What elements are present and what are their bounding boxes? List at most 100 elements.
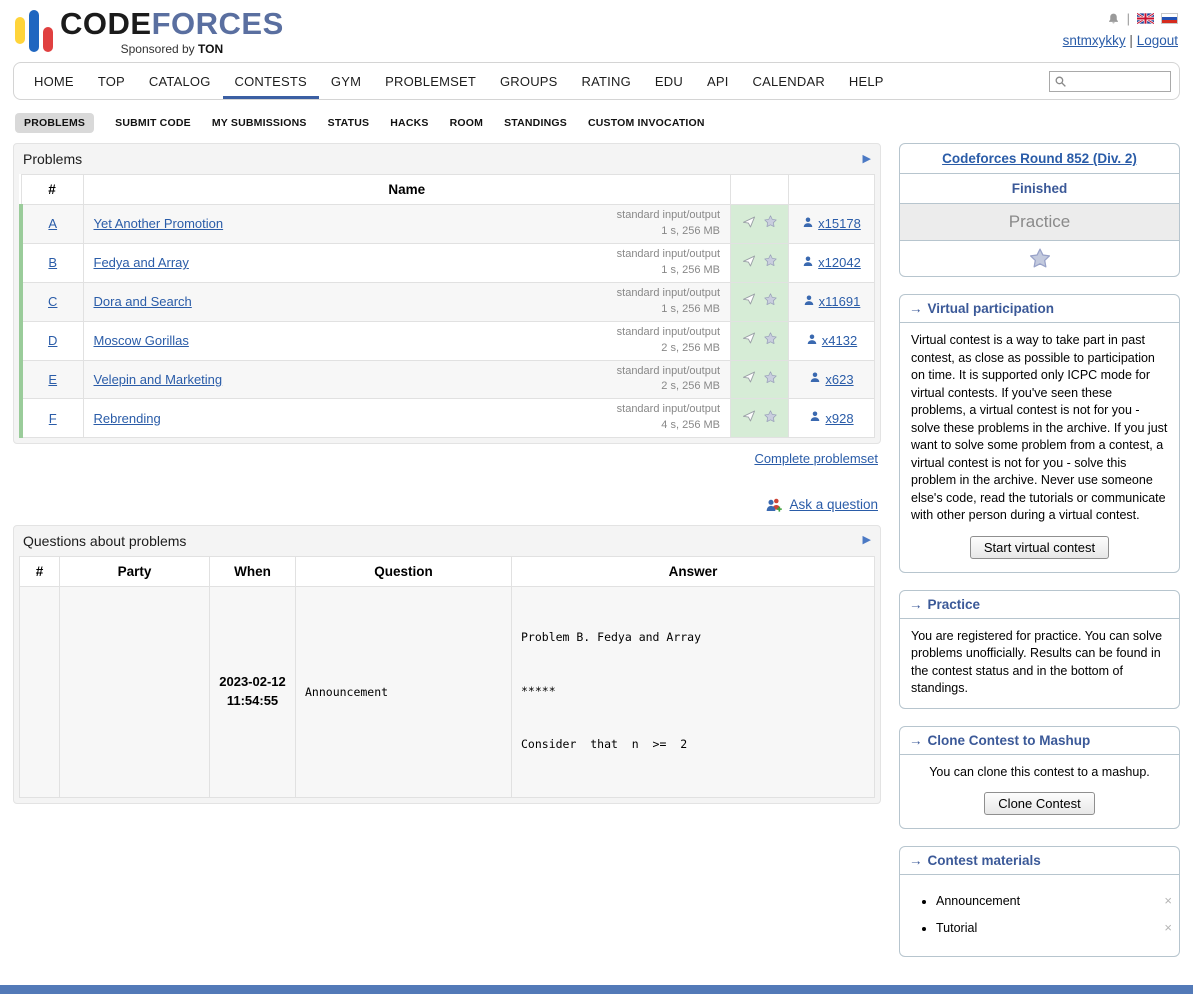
problem-row: F Rebrending standard input/output4 s, 25… <box>21 399 875 438</box>
solved-count-link[interactable]: x4132 <box>822 333 857 348</box>
favorite-star-icon[interactable] <box>763 370 778 385</box>
questions-caption-label: Questions about problems <box>23 533 186 549</box>
favorite-star-icon[interactable] <box>763 253 778 268</box>
complete-problemset-link[interactable]: Complete problemset <box>754 451 878 466</box>
main-menu: HOME TOP CATALOG CONTESTS GYM PROBLEMSET… <box>13 62 1180 100</box>
tab-my-submissions[interactable]: MY SUBMISSIONS <box>212 113 307 133</box>
search-input[interactable] <box>1049 71 1171 92</box>
nav-item-groups[interactable]: GROUPS <box>488 63 570 99</box>
solved-person-icon <box>809 410 821 426</box>
ask-question-link[interactable]: Ask a question <box>789 496 878 514</box>
sidebar: Codeforces Round 852 (Div. 2) Finished P… <box>899 143 1180 957</box>
problem-name-link[interactable]: Fedya and Array <box>94 255 189 270</box>
logo-text: CODEFORCES Sponsored by TON <box>60 8 284 56</box>
nav-item-top[interactable]: TOP <box>86 63 137 99</box>
solved-count-link[interactable]: x11691 <box>819 294 861 309</box>
solved-person-icon <box>806 333 818 349</box>
solved-count-link[interactable]: x15178 <box>818 216 861 231</box>
bell-icon[interactable] <box>1107 12 1120 26</box>
logout-link[interactable]: Logout <box>1137 33 1178 48</box>
question-answer: Problem B. Fedya and Array ***** Conside… <box>512 586 875 797</box>
nav-item-help[interactable]: HELP <box>837 63 896 99</box>
close-icon[interactable]: × <box>1164 892 1172 910</box>
problems-caption: Problems ▶ <box>19 149 875 174</box>
submit-plane-icon[interactable] <box>741 409 757 423</box>
clone-contest-box: →Clone Contest to Mashup You can clone t… <box>899 726 1180 830</box>
virtual-participation-text: Virtual contest is a way to take part in… <box>911 332 1168 525</box>
material-item: Announcement × <box>936 893 1168 911</box>
submit-plane-icon[interactable] <box>741 370 757 384</box>
favorite-star-icon[interactable] <box>763 214 778 229</box>
submit-plane-icon[interactable] <box>741 292 757 306</box>
nav-item-calendar[interactable]: CALENDAR <box>741 63 837 99</box>
nav-item-problemset[interactable]: PROBLEMSET <box>373 63 488 99</box>
material-item: Tutorial × <box>936 920 1168 938</box>
logo-bar-yellow <box>15 17 25 44</box>
nav-item-rating[interactable]: RATING <box>570 63 643 99</box>
nav-item-api[interactable]: API <box>695 63 741 99</box>
tab-standings[interactable]: STANDINGS <box>504 113 567 133</box>
favorite-star-icon[interactable] <box>763 292 778 307</box>
collapse-arrow-icon[interactable]: ▶ <box>863 154 871 165</box>
contest-materials-box: →Contest materials Announcement × Tutori… <box>899 846 1180 957</box>
codeforces-logo[interactable]: CODEFORCES Sponsored by TON <box>15 8 284 56</box>
problem-name-link[interactable]: Dora and Search <box>94 294 192 309</box>
problem-letter-link[interactable]: D <box>48 333 57 348</box>
problem-limits: standard input/output1 s, 256 MB <box>617 247 720 279</box>
question-when: 2023-02-12 11:54:55 <box>210 586 296 797</box>
favorite-star-icon[interactable] <box>763 331 778 346</box>
tab-custom-invocation[interactable]: CUSTOM INVOCATION <box>588 113 705 133</box>
username-link[interactable]: sntmxykky <box>1063 33 1126 48</box>
nav-item-gym[interactable]: GYM <box>319 63 373 99</box>
col-header-actions <box>731 175 789 205</box>
english-flag-icon[interactable] <box>1137 13 1154 24</box>
collapse-arrow-icon[interactable]: ▶ <box>863 535 871 546</box>
material-tutorial-link[interactable]: Tutorial <box>936 921 977 935</box>
clone-contest-text: You can clone this contest to a mashup. <box>911 764 1168 782</box>
solved-count-link[interactable]: x928 <box>825 411 853 426</box>
material-announcement-link[interactable]: Announcement <box>936 894 1020 908</box>
problem-row: B Fedya and Array standard input/output1 … <box>21 243 875 282</box>
footer-bar <box>0 985 1193 994</box>
sponsored-text: Sponsored by TON <box>121 42 224 56</box>
nav-item-home[interactable]: HOME <box>22 63 86 99</box>
nav-item-contests[interactable]: CONTESTS <box>223 63 319 99</box>
favorite-contest-star-icon[interactable] <box>1028 258 1052 273</box>
problem-letter-link[interactable]: F <box>49 411 57 426</box>
tab-room[interactable]: ROOM <box>450 113 483 133</box>
start-virtual-contest-button[interactable]: Start virtual contest <box>970 536 1109 559</box>
problem-letter-link[interactable]: C <box>48 294 57 309</box>
problem-name-link[interactable]: Moscow Gorillas <box>94 333 189 348</box>
clone-contest-button[interactable]: Clone Contest <box>984 792 1094 815</box>
russian-flag-icon[interactable] <box>1161 13 1178 24</box>
contest-title-link[interactable]: Codeforces Round 852 (Div. 2) <box>942 151 1137 166</box>
problem-limits: standard input/output4 s, 256 MB <box>617 402 720 434</box>
problem-name-link[interactable]: Velepin and Marketing <box>94 372 223 387</box>
problem-letter-link[interactable]: B <box>48 255 57 270</box>
tab-problems[interactable]: PROBLEMS <box>15 113 94 133</box>
questions-table-container: Questions about problems ▶ # Party When … <box>13 525 881 804</box>
solved-count-link[interactable]: x12042 <box>818 255 861 270</box>
col-header-name: Name <box>83 175 731 205</box>
search-box <box>1049 71 1171 92</box>
favorite-star-icon[interactable] <box>763 409 778 424</box>
submit-plane-icon[interactable] <box>741 331 757 345</box>
virtual-participation-title: Virtual participation <box>928 301 1055 316</box>
contest-status: Finished <box>900 174 1179 204</box>
problem-row: E Velepin and Marketingstandard input/ou… <box>21 360 875 399</box>
nav-item-edu[interactable]: EDU <box>643 63 695 99</box>
col-header-solved <box>789 175 875 205</box>
nav-item-catalog[interactable]: CATALOG <box>137 63 223 99</box>
submit-plane-icon[interactable] <box>741 215 757 229</box>
tab-hacks[interactable]: HACKS <box>390 113 428 133</box>
submit-plane-icon[interactable] <box>741 254 757 268</box>
practice-box: →Practice You are registered for practic… <box>899 590 1180 709</box>
solved-count-link[interactable]: x623 <box>825 372 853 387</box>
problem-name-link[interactable]: Rebrending <box>94 411 161 426</box>
tab-status[interactable]: STATUS <box>328 113 370 133</box>
problem-name-link[interactable]: Yet Another Promotion <box>94 216 224 231</box>
tab-submit-code[interactable]: SUBMIT CODE <box>115 113 191 133</box>
problem-letter-link[interactable]: E <box>48 372 57 387</box>
problem-letter-link[interactable]: A <box>48 216 57 231</box>
close-icon[interactable]: × <box>1164 919 1172 937</box>
